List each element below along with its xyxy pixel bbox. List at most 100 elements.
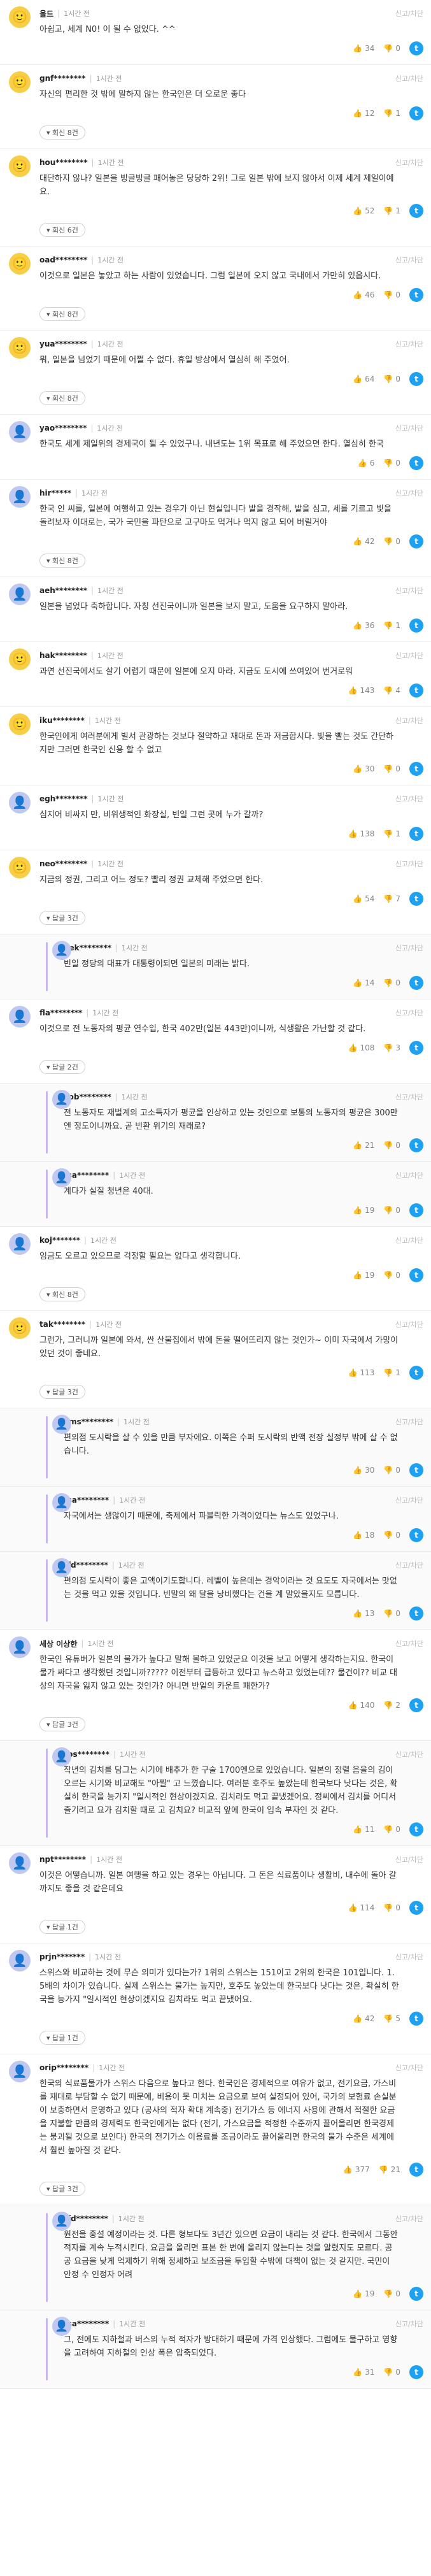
dislike-button[interactable]: 👎 0 <box>383 2368 400 2377</box>
report-button[interactable]: 신고/차단 <box>395 1170 423 1180</box>
report-button[interactable]: 신고/차단 <box>395 650 423 661</box>
replies-toggle-button[interactable]: ▾ 회신 8건 <box>39 1287 85 1301</box>
comment-author[interactable]: gnf******** <box>39 74 86 83</box>
twitter-share-icon[interactable]: t <box>409 1041 423 1055</box>
twitter-share-icon[interactable]: t <box>409 372 423 386</box>
like-button[interactable]: 👍 6 <box>358 459 375 468</box>
dislike-button[interactable]: 👎 0 <box>383 2289 400 2298</box>
dislike-button[interactable]: 👎 0 <box>383 537 400 546</box>
dislike-button[interactable]: 👎 21 <box>379 2165 400 2174</box>
comment-author[interactable]: hou******** <box>39 158 88 167</box>
report-button[interactable]: 신고/차단 <box>395 2214 423 2224</box>
comment-author[interactable]: oad******** <box>39 255 87 264</box>
twitter-share-icon[interactable]: t <box>409 456 423 470</box>
report-button[interactable]: 신고/차단 <box>395 1319 423 1329</box>
like-button[interactable]: 👍 377 <box>343 2165 370 2174</box>
like-button[interactable]: 👍 11 <box>353 1825 374 1834</box>
twitter-share-icon[interactable]: t <box>409 1203 423 1217</box>
replies-toggle-button[interactable]: ▾ 답글 3건 <box>39 911 85 925</box>
dislike-button[interactable]: 👎 0 <box>383 764 400 773</box>
comment-author[interactable]: neo******** <box>39 859 87 868</box>
dislike-button[interactable]: 👎 1 <box>383 621 400 630</box>
report-button[interactable]: 신고/차단 <box>395 943 423 953</box>
replies-toggle-button[interactable]: ▾ 답글 1건 <box>39 2031 85 2045</box>
twitter-share-icon[interactable]: t <box>409 827 423 841</box>
report-button[interactable]: 신고/차단 <box>395 585 423 596</box>
like-button[interactable]: 👍 19 <box>353 1271 374 1280</box>
report-button[interactable]: 신고/차단 <box>395 1008 423 1018</box>
like-button[interactable]: 👍 114 <box>348 1903 375 1912</box>
like-button[interactable]: 👍 64 <box>353 375 374 383</box>
comment-author[interactable]: aeh******** <box>39 586 87 595</box>
report-button[interactable]: 신고/차단 <box>395 1749 423 1759</box>
comment-author[interactable]: egh******** <box>39 794 87 803</box>
report-button[interactable]: 신고/차단 <box>395 339 423 349</box>
like-button[interactable]: 👍 140 <box>348 1701 375 1710</box>
report-button[interactable]: 신고/차단 <box>395 1854 423 1864</box>
comment-author[interactable]: prjn******* <box>39 1952 85 1961</box>
like-button[interactable]: 👍 12 <box>353 109 374 118</box>
twitter-share-icon[interactable]: t <box>409 1606 423 1621</box>
replies-toggle-button[interactable]: ▾ 답글 1건 <box>39 1920 85 1934</box>
twitter-share-icon[interactable]: t <box>409 1463 423 1477</box>
like-button[interactable]: 👍 138 <box>348 829 375 838</box>
like-button[interactable]: 👍 113 <box>348 1368 375 1377</box>
twitter-share-icon[interactable]: t <box>409 762 423 776</box>
twitter-share-icon[interactable]: t <box>409 1268 423 1282</box>
like-button[interactable]: 👍 52 <box>353 206 374 215</box>
twitter-share-icon[interactable]: t <box>409 1901 423 1915</box>
dislike-button[interactable]: 👎 1 <box>383 206 400 215</box>
twitter-share-icon[interactable]: t <box>409 619 423 633</box>
twitter-share-icon[interactable]: t <box>409 2365 423 2379</box>
comment-author[interactable]: yao******** <box>39 424 87 433</box>
comment-author[interactable]: yua******** <box>39 340 87 348</box>
twitter-share-icon[interactable]: t <box>409 106 423 120</box>
report-button[interactable]: 신고/차단 <box>395 715 423 726</box>
twitter-share-icon[interactable]: t <box>409 2012 423 2026</box>
twitter-share-icon[interactable]: t <box>409 2163 423 2177</box>
like-button[interactable]: 👍 13 <box>353 1609 374 1618</box>
replies-toggle-button[interactable]: ▾ 회신 8건 <box>39 391 85 405</box>
dislike-button[interactable]: 👎 0 <box>383 1531 400 1540</box>
report-button[interactable]: 신고/차단 <box>395 488 423 498</box>
report-button[interactable]: 신고/차단 <box>395 157 423 168</box>
report-button[interactable]: 신고/차단 <box>395 1952 423 1962</box>
like-button[interactable]: 👍 14 <box>353 978 374 987</box>
comment-author[interactable]: 올드 <box>39 8 53 19</box>
report-button[interactable]: 신고/차단 <box>395 73 423 83</box>
comment-author[interactable]: npt******** <box>39 1855 86 1864</box>
dislike-button[interactable]: 👎 0 <box>383 1466 400 1475</box>
dislike-button[interactable]: 👎 0 <box>383 375 400 383</box>
comment-author[interactable]: hir***** <box>39 489 71 497</box>
report-button[interactable]: 신고/차단 <box>395 1638 423 1649</box>
replies-toggle-button[interactable]: ▾ 답글 3건 <box>39 1385 85 1399</box>
like-button[interactable]: 👍 108 <box>348 1043 375 1052</box>
like-button[interactable]: 👍 19 <box>353 2289 374 2298</box>
twitter-share-icon[interactable]: t <box>409 41 423 55</box>
replies-toggle-button[interactable]: ▾ 답글 3건 <box>39 1717 85 1731</box>
like-button[interactable]: 👍 143 <box>348 686 375 695</box>
like-button[interactable]: 👍 21 <box>353 1141 374 1150</box>
like-button[interactable]: 👍 54 <box>353 894 374 903</box>
report-button[interactable]: 신고/차단 <box>395 255 423 265</box>
twitter-share-icon[interactable]: t <box>409 1528 423 1542</box>
dislike-button[interactable]: 👎 0 <box>383 1825 400 1834</box>
dislike-button[interactable]: 👎 0 <box>383 1141 400 1150</box>
like-button[interactable]: 👍 46 <box>353 290 374 299</box>
like-button[interactable]: 👍 19 <box>353 1206 374 1215</box>
replies-toggle-button[interactable]: ▾ 회신 8건 <box>39 554 85 568</box>
like-button[interactable]: 👍 34 <box>353 44 374 53</box>
report-button[interactable]: 신고/차단 <box>395 1235 423 1245</box>
dislike-button[interactable]: 👎 4 <box>383 686 400 695</box>
dislike-button[interactable]: 👎 0 <box>383 459 400 468</box>
like-button[interactable]: 👍 30 <box>353 1466 374 1475</box>
twitter-share-icon[interactable]: t <box>409 204 423 218</box>
report-button[interactable]: 신고/차단 <box>395 1092 423 1102</box>
dislike-button[interactable]: 👎 0 <box>383 44 400 53</box>
report-button[interactable]: 신고/차단 <box>395 794 423 804</box>
replies-toggle-button[interactable]: ▾ 답글 2건 <box>39 1060 85 1074</box>
report-button[interactable]: 신고/차단 <box>395 1495 423 1505</box>
replies-toggle-button[interactable]: ▾ 회신 8건 <box>39 307 85 321</box>
like-button[interactable]: 👍 18 <box>353 1531 374 1540</box>
twitter-share-icon[interactable]: t <box>409 976 423 990</box>
